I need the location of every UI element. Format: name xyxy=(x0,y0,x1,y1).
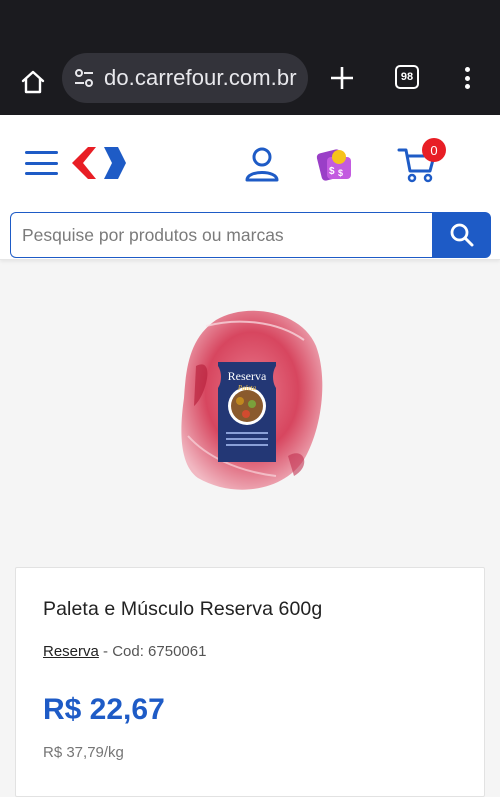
home-icon[interactable] xyxy=(16,65,50,99)
address-bar[interactable]: do.carrefour.com.br xyxy=(62,53,308,103)
tabs-icon[interactable]: 98 xyxy=(395,65,419,89)
product-price: R$ 22,67 xyxy=(43,693,165,726)
search-input[interactable] xyxy=(10,212,432,258)
status-bar xyxy=(0,0,500,48)
brand-line: Reserva - Cod: 6750061 xyxy=(43,643,206,660)
url-text[interactable]: do.carrefour.com.br xyxy=(104,65,297,91)
product-info-card: Paleta e Músculo Reserva 600g Reserva - … xyxy=(15,567,485,797)
image-brand-label: Reserva xyxy=(228,369,267,383)
svg-text:$: $ xyxy=(329,166,335,177)
new-tab-plus-icon[interactable] xyxy=(328,64,356,92)
unit-price: R$ 37,79/kg xyxy=(43,744,124,761)
search-bar xyxy=(10,212,491,258)
product-image[interactable]: Reserva Paleta xyxy=(176,306,326,496)
svg-text:$: $ xyxy=(338,168,343,178)
site-header: $ $ 0 xyxy=(0,115,500,260)
browser-toolbar: do.carrefour.com.br 98 xyxy=(0,48,500,115)
promo-icon[interactable]: $ $ xyxy=(315,143,357,185)
brand-link[interactable]: Reserva xyxy=(43,643,99,660)
search-icon xyxy=(450,223,473,247)
more-vert-icon[interactable] xyxy=(462,64,472,92)
carrefour-logo[interactable] xyxy=(70,143,128,183)
site-settings-icon[interactable] xyxy=(72,66,96,90)
image-script-label: Paleta xyxy=(237,384,257,392)
search-button[interactable] xyxy=(432,212,491,258)
cart-count-badge: 0 xyxy=(422,138,446,162)
hamburger-icon[interactable] xyxy=(25,151,58,175)
user-icon[interactable] xyxy=(243,145,281,183)
product-code: - Cod: 6750061 xyxy=(103,643,207,660)
product-title: Paleta e Músculo Reserva 600g xyxy=(43,598,323,620)
